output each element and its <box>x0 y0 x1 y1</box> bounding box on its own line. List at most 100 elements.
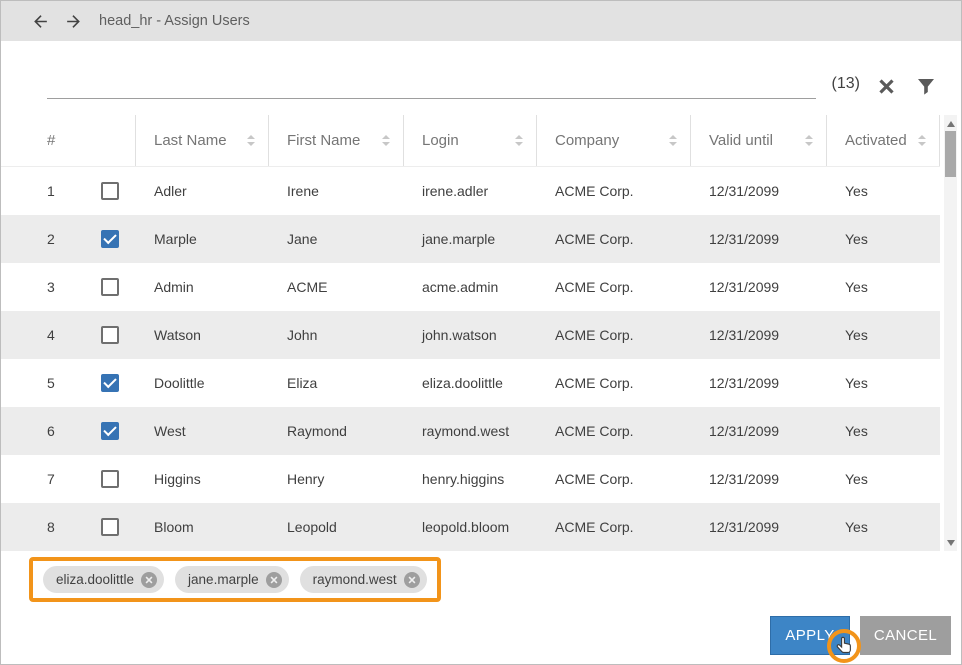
cell-activated: Yes <box>827 167 940 215</box>
scroll-up-icon[interactable] <box>944 116 957 131</box>
clear-filter-icon[interactable] <box>878 78 895 95</box>
cancel-button[interactable]: CANCEL <box>860 616 951 655</box>
table-row[interactable]: 1 Adler Irene irene.adler ACME Corp. 12/… <box>1 167 940 215</box>
scroll-down-icon[interactable] <box>944 535 957 550</box>
cell-company: ACME Corp. <box>537 215 691 263</box>
apply-button[interactable]: APPLY <box>770 616 850 655</box>
column-header-last-name[interactable]: Last Name <box>136 115 269 166</box>
row-number: 3 <box>47 279 87 295</box>
cell-activated: Yes <box>827 263 940 311</box>
table-row[interactable]: 6 West Raymond raymond.west ACME Corp. 1… <box>1 407 940 455</box>
users-table: # Last Name First Name Login Company Val… <box>1 115 961 551</box>
row-number: 7 <box>47 471 87 487</box>
table-row[interactable]: 2 Marple Jane jane.marple ACME Corp. 12/… <box>1 215 940 263</box>
selected-user-chip: raymond.west <box>300 566 427 593</box>
cell-activated: Yes <box>827 359 940 407</box>
filter-input[interactable] <box>47 69 816 99</box>
row-checkbox[interactable] <box>101 278 119 296</box>
cell-valid-until: 12/31/2099 <box>691 407 827 455</box>
column-header-index: # <box>1 115 136 166</box>
cell-activated: Yes <box>827 503 940 551</box>
table-row[interactable]: 5 Doolittle Eliza eliza.doolittle ACME C… <box>1 359 940 407</box>
cell-company: ACME Corp. <box>537 263 691 311</box>
cell-last-name: Higgins <box>136 455 269 503</box>
row-number: 2 <box>47 231 87 247</box>
back-arrow-icon[interactable] <box>31 12 50 31</box>
cell-first-name: ACME <box>269 263 404 311</box>
filter-funnel-icon[interactable] <box>917 78 935 95</box>
row-checkbox[interactable] <box>101 374 119 392</box>
chip-label: eliza.doolittle <box>56 572 134 587</box>
table-body: 1 Adler Irene irene.adler ACME Corp. 12/… <box>1 167 961 551</box>
chip-label: raymond.west <box>313 572 397 587</box>
row-checkbox[interactable] <box>101 470 119 488</box>
page-title: head_hr - Assign Users <box>99 13 250 29</box>
cell-valid-until: 12/31/2099 <box>691 455 827 503</box>
cell-last-name: Marple <box>136 215 269 263</box>
sort-icon <box>247 135 255 146</box>
row-checkbox[interactable] <box>101 230 119 248</box>
row-number: 1 <box>47 183 87 199</box>
cell-activated: Yes <box>827 407 940 455</box>
cell-valid-until: 12/31/2099 <box>691 215 827 263</box>
filter-bar: (13) <box>47 65 935 99</box>
column-header-login[interactable]: Login <box>404 115 537 166</box>
annotation-box: eliza.doolittle jane.marple raymond.west <box>29 557 441 602</box>
selected-user-chip: eliza.doolittle <box>43 566 164 593</box>
cell-first-name: Henry <box>269 455 404 503</box>
chip-remove-icon[interactable] <box>141 572 157 588</box>
cell-activated: Yes <box>827 455 940 503</box>
column-header-valid-until[interactable]: Valid until <box>691 115 827 166</box>
cell-index: 6 <box>1 407 136 455</box>
sort-icon <box>805 135 813 146</box>
assign-users-window: head_hr - Assign Users (13) # Last Name <box>0 0 962 665</box>
cell-last-name: Bloom <box>136 503 269 551</box>
result-count: (13) <box>832 75 860 93</box>
cell-first-name: John <box>269 311 404 359</box>
table-row[interactable]: 8 Bloom Leopold leopold.bloom ACME Corp.… <box>1 503 940 551</box>
vertical-scrollbar[interactable] <box>944 115 957 551</box>
cell-login: eliza.doolittle <box>404 359 537 407</box>
scrollbar-thumb[interactable] <box>945 131 956 177</box>
cell-valid-until: 12/31/2099 <box>691 263 827 311</box>
row-checkbox[interactable] <box>101 422 119 440</box>
cell-login: irene.adler <box>404 167 537 215</box>
chip-remove-icon[interactable] <box>266 572 282 588</box>
cell-index: 7 <box>1 455 136 503</box>
row-checkbox[interactable] <box>101 326 119 344</box>
cell-first-name: Irene <box>269 167 404 215</box>
column-header-company[interactable]: Company <box>537 115 691 166</box>
cell-last-name: Admin <box>136 263 269 311</box>
chip-remove-icon[interactable] <box>404 572 420 588</box>
cell-company: ACME Corp. <box>537 455 691 503</box>
cell-company: ACME Corp. <box>537 407 691 455</box>
row-checkbox[interactable] <box>101 518 119 536</box>
row-number: 8 <box>47 519 87 535</box>
row-number: 5 <box>47 375 87 391</box>
cell-company: ACME Corp. <box>537 503 691 551</box>
table-row[interactable]: 3 Admin ACME acme.admin ACME Corp. 12/31… <box>1 263 940 311</box>
cell-valid-until: 12/31/2099 <box>691 167 827 215</box>
cell-first-name: Raymond <box>269 407 404 455</box>
row-checkbox[interactable] <box>101 182 119 200</box>
column-header-activated[interactable]: Activated <box>827 115 940 166</box>
cell-valid-until: 12/31/2099 <box>691 503 827 551</box>
row-number: 6 <box>47 423 87 439</box>
selected-user-chip: jane.marple <box>175 566 289 593</box>
forward-arrow-icon[interactable] <box>64 12 83 31</box>
table-row[interactable]: 7 Higgins Henry henry.higgins ACME Corp.… <box>1 455 940 503</box>
cell-login: henry.higgins <box>404 455 537 503</box>
cell-login: leopold.bloom <box>404 503 537 551</box>
cell-activated: Yes <box>827 311 940 359</box>
cell-last-name: Doolittle <box>136 359 269 407</box>
cell-company: ACME Corp. <box>537 167 691 215</box>
cell-login: acme.admin <box>404 263 537 311</box>
cell-login: raymond.west <box>404 407 537 455</box>
cell-last-name: Adler <box>136 167 269 215</box>
table-row[interactable]: 4 Watson John john.watson ACME Corp. 12/… <box>1 311 940 359</box>
column-header-first-name[interactable]: First Name <box>269 115 404 166</box>
cell-index: 3 <box>1 263 136 311</box>
row-number: 4 <box>47 327 87 343</box>
cell-last-name: Watson <box>136 311 269 359</box>
table-header: # Last Name First Name Login Company Val… <box>1 115 940 167</box>
